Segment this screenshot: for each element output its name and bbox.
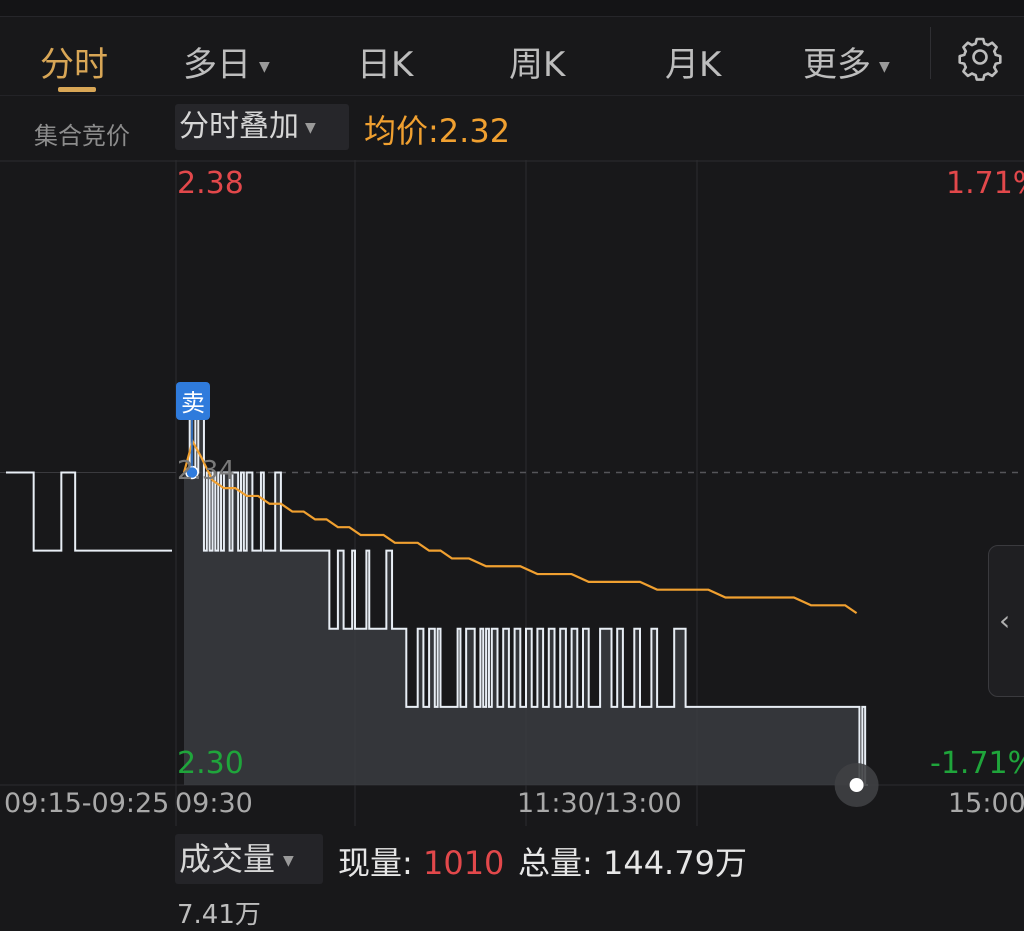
overlay-dropdown[interactable]: 分时叠加 ▼ bbox=[175, 104, 349, 150]
auction-price-line bbox=[6, 471, 172, 552]
tab-divider bbox=[930, 27, 931, 79]
prev-close-label: 2.34 bbox=[177, 456, 235, 486]
side-panel-toggle[interactable]: ‹ bbox=[988, 545, 1024, 697]
tab-monthly-k[interactable]: 月K bbox=[665, 37, 721, 86]
current-volume: 现量: 1010 bbox=[338, 844, 505, 882]
time-open-label: 09:30 bbox=[175, 788, 253, 819]
total-volume: 总量: 144.79万 bbox=[518, 844, 747, 882]
active-tab-indicator bbox=[58, 87, 96, 92]
period-tabs: 分时 多日 ▼ 日K 周K 月K 更多 ▼ bbox=[0, 17, 1024, 96]
tab-weekly-k[interactable]: 周K bbox=[509, 37, 565, 86]
time-close-label: 15:00 bbox=[948, 788, 1024, 819]
dropdown-caret-icon: ▼ bbox=[305, 119, 316, 136]
call-auction-label: 集合竞价 bbox=[34, 122, 130, 150]
chart-toolbar: 集合竞价 分时叠加 ▼ 均价:2.32 bbox=[0, 96, 1024, 160]
intraday-chart[interactable]: 卖 bbox=[0, 160, 1024, 826]
tab-multi-day[interactable]: 多日 ▼ bbox=[183, 37, 270, 86]
volume-indicator-dropdown[interactable]: 成交量 ▼ bbox=[175, 834, 323, 884]
time-auction-label: 09:15-09:25 bbox=[4, 788, 170, 819]
price-high-label: 2.38 bbox=[177, 166, 244, 201]
dropdown-caret-icon: ▼ bbox=[283, 853, 294, 869]
sell-marker-text: 卖 bbox=[181, 389, 205, 417]
pct-low-label: -1.71% bbox=[930, 746, 1024, 781]
gear-icon[interactable] bbox=[956, 33, 1004, 81]
volume-header: 成交量 ▼ 现量: 1010 总量: 144.79万 7.41万 bbox=[0, 826, 1024, 930]
pct-high-label: 1.71% bbox=[946, 166, 1024, 201]
dropdown-caret-icon: ▼ bbox=[259, 58, 270, 75]
time-mid-label: 11:30/13:00 bbox=[517, 788, 682, 819]
tab-intraday[interactable]: 分时 bbox=[40, 37, 108, 86]
tab-more[interactable]: 更多 ▼ bbox=[803, 37, 890, 86]
volume-max-label: 7.41万 bbox=[177, 900, 261, 930]
chevron-left-icon: ‹ bbox=[999, 604, 1011, 637]
average-price-readout: 均价:2.32 bbox=[364, 112, 511, 150]
status-strip bbox=[0, 0, 1024, 17]
price-low-label: 2.30 bbox=[177, 746, 244, 781]
current-price-dot bbox=[849, 778, 864, 792]
dropdown-caret-icon: ▼ bbox=[879, 58, 890, 75]
tab-daily-k[interactable]: 日K bbox=[357, 37, 413, 86]
